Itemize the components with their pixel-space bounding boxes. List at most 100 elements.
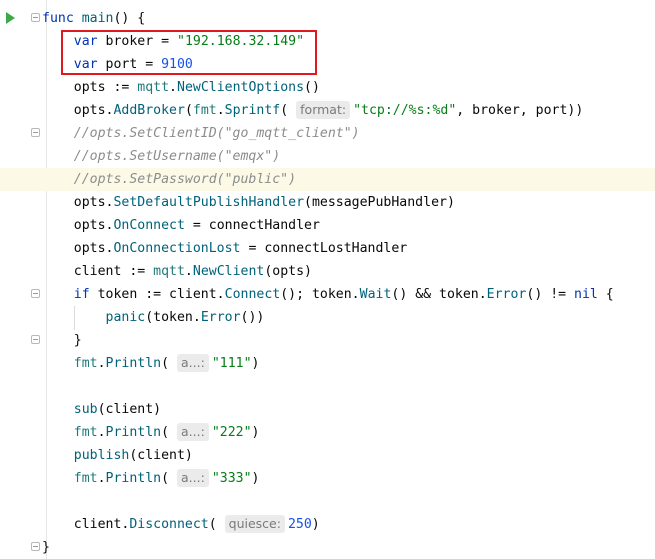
code-token: . [97,471,106,486]
code-token: if [73,287,98,302]
code-token: "111" [211,356,252,371]
code-token: opts. [42,241,114,256]
code-token: ( [161,425,178,440]
code-line-text: opts.OnConnectionLost = connectLostHandl… [42,237,408,260]
code-token: NewClientOptions [177,80,305,95]
code-token: OnConnectionLost [113,241,241,256]
code-line-text: client.Disconnect( quiesce: 250) [42,513,320,536]
code-line-text: func main() { [42,7,145,30]
code-line[interactable]: opts := mqtt.NewClientOptions() [0,76,655,99]
code-token: ) [251,471,260,486]
code-token: opts. [42,218,114,233]
code-token: ( [161,356,178,371]
code-line-text: //opts.SetClientID("go_mqtt_client") [42,122,360,145]
parameter-hint: a...: [177,354,209,372]
code-token: () [304,80,320,95]
code-line-text: opts.SetDefaultPublishHandler(messagePub… [42,191,455,214]
code-token: Wait [359,287,392,302]
code-line[interactable]: panic(token.Error()) [0,306,655,329]
code-token: Error [200,310,241,325]
code-token: fmt [73,425,98,440]
code-lines: func main() { var broker = "192.168.32.1… [0,7,655,559]
code-token: } [42,540,50,555]
code-token: "222" [211,425,252,440]
code-line[interactable]: opts.AddBroker(fmt.Sprintf( format: "tcp:… [0,99,655,122]
code-line[interactable]: opts.SetDefaultPublishHandler(messagePub… [0,191,655,214]
code-line-text: client := mqtt.NewClient(opts) [42,260,312,283]
code-token: nil [574,287,598,302]
code-line[interactable]: sub(client) [0,398,655,421]
code-token: . [97,356,106,371]
code-line[interactable]: client := mqtt.NewClient(opts) [0,260,655,283]
code-line[interactable]: func main() { [0,7,655,30]
code-token: opts := [42,80,138,95]
code-token: //opts.SetUsername("emqx") [42,149,281,164]
code-token: () && token. [391,287,487,302]
parameter-hint: a...: [177,469,209,487]
code-line-text: opts := mqtt.NewClientOptions() [42,76,320,99]
code-line[interactable] [0,375,655,398]
code-token: () != [526,287,575,302]
code-editor[interactable]: func main() { var broker = "192.168.32.1… [0,0,655,559]
code-line[interactable]: client.Disconnect( quiesce: 250) [0,513,655,536]
code-line[interactable]: fmt.Println( a...: "111") [0,352,655,375]
code-token: ) [251,356,260,371]
code-line[interactable] [0,490,655,513]
code-line[interactable]: } [0,329,655,352]
code-line[interactable]: //opts.SetClientID("go_mqtt_client") [0,122,655,145]
code-token: fmt [192,103,217,118]
code-token: ( [184,103,193,118]
code-token: publish [73,448,130,463]
code-token: client := [42,264,154,279]
code-token: , broker, port)) [456,103,584,118]
code-token: . [216,103,225,118]
code-token: (token. [145,310,201,325]
code-line[interactable]: if token := client.Connect(); token.Wait… [0,283,655,306]
code-token: Connect [224,287,281,302]
code-token: (); token. [280,287,360,302]
code-line[interactable]: } [0,536,655,559]
code-line-text: //opts.SetPassword("public") [42,168,296,191]
code-token: token := client. [97,287,225,302]
code-line[interactable]: fmt.Println( a...: "333") [0,467,655,490]
code-token: (client) [97,402,162,417]
code-token: func [42,11,82,26]
code-token: //opts.SetPassword("public") [42,172,297,187]
code-line[interactable]: publish(client) [0,444,655,467]
code-line[interactable]: fmt.Println( a...: "222") [0,421,655,444]
code-token: "333" [211,471,252,486]
code-token: opts. [42,195,114,210]
code-token: . [97,425,106,440]
code-token: panic [105,310,146,325]
code-line[interactable]: opts.OnConnect = connectHandler [0,214,655,237]
code-token: ) [251,425,260,440]
code-token: Println [105,471,162,486]
code-token: sub [73,402,98,417]
code-token: NewClient [192,264,265,279]
code-token: } [42,333,82,348]
code-token: opts. [42,103,114,118]
code-token: "tcp://%s:%d" [353,103,457,118]
code-line-text: opts.OnConnect = connectHandler [42,214,320,237]
code-line-text: fmt.Println( a...: "111") [42,352,259,375]
code-token: //opts.SetClientID("go_mqtt_client") [42,126,360,141]
code-line-text: } [42,329,82,352]
code-token: ) [311,517,320,532]
code-line[interactable]: //opts.SetUsername("emqx") [0,145,655,168]
code-token: ()) [240,310,265,325]
code-token: ( [208,517,225,532]
code-line-text: //opts.SetUsername("emqx") [42,145,280,168]
code-line[interactable]: //opts.SetPassword("public") [0,168,655,191]
code-token: client. [42,517,130,532]
code-line-text: if token := client.Connect(); token.Wait… [42,283,614,306]
code-token: Disconnect [129,517,209,532]
code-token: Println [105,356,162,371]
code-line-text: } [42,536,50,559]
code-token: 250 [287,517,312,532]
code-line[interactable]: opts.OnConnectionLost = connectLostHandl… [0,237,655,260]
